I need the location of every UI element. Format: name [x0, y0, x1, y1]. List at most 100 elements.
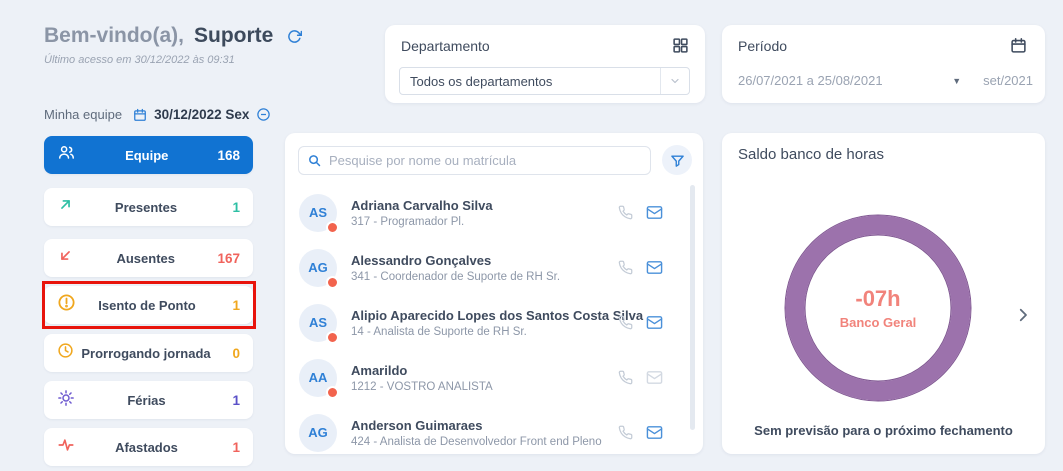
employee-name: Amarildo [351, 363, 493, 378]
arrow-down-left-icon [57, 247, 74, 269]
period-range[interactable]: 26/07/2021 a 25/08/2021 [738, 73, 883, 88]
refresh-icon[interactable] [287, 29, 302, 44]
sidebar-item-count: 1 [218, 298, 240, 313]
mail-icon[interactable] [646, 314, 663, 331]
greeting-text: Bem-vindo(a), [44, 24, 184, 48]
avatar: AA [299, 359, 337, 397]
collapse-minus-icon[interactable] [256, 107, 271, 122]
mail-icon-disabled[interactable] [646, 369, 663, 386]
team-icon [57, 143, 76, 167]
period-row: 26/07/2021 a 25/08/2021 ▼ set/2021 [738, 73, 1033, 88]
employee-role: 424 - Analista de Desenvolvedor Front en… [351, 436, 602, 448]
employee-name: Anderson Guimaraes [351, 418, 602, 433]
avatar: AS [299, 304, 337, 342]
sidebar-item-equipe[interactable]: Equipe 168 [44, 136, 253, 174]
sidebar-item-count: 168 [217, 148, 240, 163]
balance-footer-text: Sem previsão para o próximo fechamento [722, 423, 1045, 438]
department-select[interactable]: Todos os departamentos [399, 67, 690, 95]
sun-icon [57, 389, 75, 412]
calendar-icon[interactable] [1010, 37, 1027, 59]
avatar: AG [299, 414, 337, 452]
sidebar-item-label: Afastados [75, 440, 218, 455]
avatar-initials: AS [309, 315, 327, 330]
avatar-initials: AG [308, 425, 328, 440]
chevron-right-icon[interactable] [1009, 301, 1037, 329]
employee-row[interactable]: AG Alessandro Gonçalves 341 - Coordenado… [285, 240, 703, 295]
dropdown-caret-icon[interactable]: ▼ [952, 76, 961, 86]
team-label: Minha equipe [44, 107, 122, 122]
period-month[interactable]: set/2021 [983, 73, 1033, 88]
sidebar-item-count: 167 [217, 251, 240, 266]
employee-row[interactable]: AS Alipio Aparecido Lopes dos Santos Cos… [285, 295, 703, 350]
employee-row[interactable]: AA Amarildo 1212 - VOSTRO ANALISTA [285, 350, 703, 405]
employee-role: 317 - Programador Pl. [351, 216, 493, 228]
arrow-up-right-icon [57, 196, 74, 218]
grid-view-icon[interactable] [672, 37, 689, 59]
hours-balance-title: Saldo banco de horas [738, 146, 884, 163]
status-dot [326, 221, 339, 234]
employee-name: Adriana Carvalho Silva [351, 198, 493, 213]
clock-icon [57, 342, 74, 364]
department-title: Departamento [401, 38, 490, 54]
employee-role: 341 - Coordenador de Suporte de RH Sr. [351, 271, 560, 283]
team-date[interactable]: 30/12/2022 Sex [154, 107, 249, 122]
hours-balance-donut: -07h Banco Geral [778, 208, 978, 408]
sidebar-item-label: Prorrogando jornada [74, 346, 218, 361]
sidebar-item-label: Ausentes [74, 251, 217, 266]
avatar-initials: AG [308, 260, 328, 275]
calendar-icon[interactable] [133, 108, 147, 122]
sidebar-item-label: Presentes [74, 200, 218, 215]
sidebar-item-label: Isento de Ponto [76, 298, 218, 313]
sidebar-item-afastados[interactable]: Afastados 1 [44, 428, 253, 466]
employee-list-card: AS Adriana Carvalho Silva 317 - Programa… [285, 133, 703, 454]
mail-icon[interactable] [646, 259, 663, 276]
employee-name: Alipio Aparecido Lopes dos Santos Costa … [351, 308, 618, 323]
avatar-initials: AA [309, 370, 328, 385]
phone-icon[interactable] [618, 205, 633, 220]
employee-row[interactable]: AS Adriana Carvalho Silva 317 - Programa… [285, 185, 703, 240]
phone-icon[interactable] [618, 315, 633, 330]
sidebar-item-isento-de-ponto[interactable]: Isento de Ponto 1 [44, 286, 253, 324]
avatar: AS [299, 194, 337, 232]
sidebar-item-ferias[interactable]: Férias 1 [44, 381, 253, 419]
last-access-text: Último acesso em 30/12/2022 às 09:31 [44, 54, 302, 66]
status-dot [326, 331, 339, 344]
balance-value: -07h [855, 286, 900, 312]
user-name: Suporte [194, 24, 273, 48]
department-selected-value: Todos os departamentos [410, 74, 552, 89]
mail-icon[interactable] [646, 424, 663, 441]
hours-balance-card: Saldo banco de horas -07h Banco Geral Se… [722, 133, 1045, 454]
welcome-header: Bem-vindo(a), Suporte Último acesso em 3… [44, 24, 302, 66]
sidebar-item-count: 0 [218, 346, 240, 361]
period-title: Período [738, 38, 787, 54]
search-icon [307, 153, 322, 168]
sidebar-item-count: 1 [218, 393, 240, 408]
phone-icon[interactable] [618, 260, 633, 275]
sidebar-item-ausentes[interactable]: Ausentes 167 [44, 239, 253, 277]
team-date-row: Minha equipe 30/12/2022 Sex [44, 107, 271, 122]
search-box [298, 146, 651, 175]
employee-role: 1212 - VOSTRO ANALISTA [351, 381, 493, 393]
employee-name: Alessandro Gonçalves [351, 253, 560, 268]
status-dot [326, 276, 339, 289]
filter-funnel-icon [670, 153, 685, 168]
page-title: Bem-vindo(a), Suporte [44, 24, 302, 48]
phone-icon[interactable] [618, 370, 633, 385]
chevron-down-icon [660, 68, 689, 94]
avatar: AG [299, 249, 337, 287]
employee-row[interactable]: AG Anderson Guimaraes 424 - Analista de … [285, 405, 703, 454]
filter-button[interactable] [662, 145, 692, 175]
pulse-icon [57, 436, 75, 459]
alert-circle-icon [57, 293, 76, 317]
list-scrollbar[interactable] [690, 185, 695, 430]
sidebar-item-count: 1 [218, 200, 240, 215]
sidebar-item-prorrogando-jornada[interactable]: Prorrogando jornada 0 [44, 334, 253, 372]
search-input[interactable] [329, 153, 642, 168]
period-card: Período 26/07/2021 a 25/08/2021 ▼ set/20… [722, 25, 1045, 103]
mail-icon[interactable] [646, 204, 663, 221]
sidebar-item-label: Equipe [76, 148, 217, 163]
avatar-initials: AS [309, 205, 327, 220]
sidebar-item-presentes[interactable]: Presentes 1 [44, 188, 253, 226]
status-dot [326, 386, 339, 399]
phone-icon[interactable] [618, 425, 633, 440]
